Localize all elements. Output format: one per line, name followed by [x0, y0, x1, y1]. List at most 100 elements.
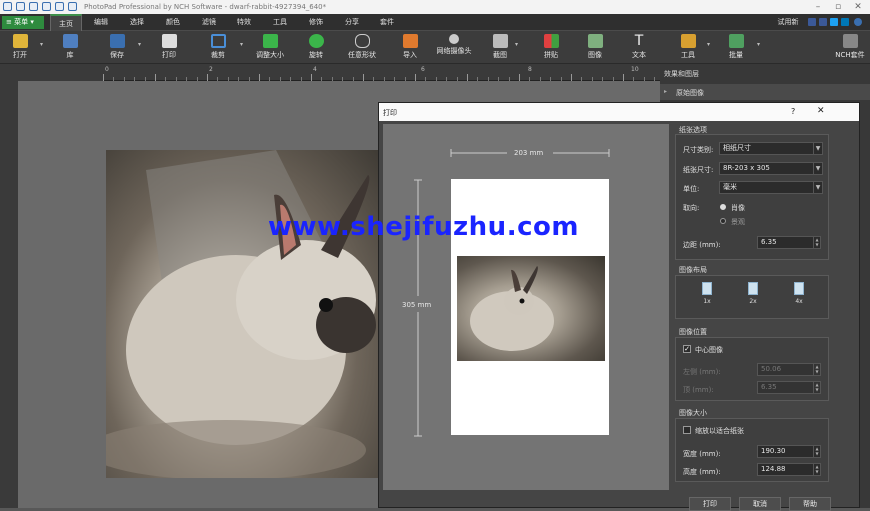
- landscape-radio[interactable]: [720, 218, 726, 224]
- spinner-arrows-icon[interactable]: ▲ ▼: [813, 364, 820, 375]
- close-window-icon[interactable]: ✕: [848, 0, 868, 14]
- rotate-button[interactable]: 旋转: [302, 33, 330, 62]
- linkedin-icon[interactable]: [841, 18, 849, 26]
- floppy-icon: [109, 34, 125, 48]
- chevron-down-icon[interactable]: ▾: [757, 41, 760, 48]
- ruler-corner: [0, 64, 103, 81]
- tab-edit[interactable]: 编辑: [86, 14, 116, 31]
- tab-effects[interactable]: 特效: [229, 14, 259, 31]
- dialog-help-icon[interactable]: ?: [791, 107, 795, 116]
- nch-suite-button[interactable]: NCH套件: [832, 33, 868, 62]
- facebook-icon[interactable]: [819, 18, 827, 26]
- image-position-title: 图像位置: [679, 328, 707, 336]
- chevron-down-icon[interactable]: ▾: [240, 41, 243, 48]
- ruler-tick: [415, 74, 416, 81]
- preview-image: [457, 256, 605, 361]
- ruler-tick: [519, 74, 520, 81]
- help-icon[interactable]: [854, 18, 862, 26]
- open-button[interactable]: 打开: [6, 33, 34, 62]
- spinner-arrows-icon[interactable]: ▲ ▼: [813, 382, 820, 393]
- layout-1x-option[interactable]: 1x: [693, 281, 721, 309]
- spinner-arrows-icon[interactable]: ▲ ▼: [813, 464, 820, 475]
- chevron-down-icon[interactable]: ▾: [138, 41, 141, 48]
- text-button[interactable]: T 文本: [625, 33, 653, 62]
- tab-share[interactable]: 分享: [337, 14, 367, 31]
- trial-new-link[interactable]: 试用新: [770, 14, 806, 31]
- suite-icon: [842, 34, 858, 48]
- paste-icon[interactable]: [68, 2, 77, 11]
- batch-button[interactable]: 批量: [722, 33, 750, 62]
- unit-select[interactable]: 毫米 ▼: [719, 181, 823, 194]
- top-ruler: 0 2 4 6 8 10: [103, 64, 676, 81]
- left-ruler: [0, 81, 18, 508]
- save-icon[interactable]: [16, 2, 25, 11]
- tab-select[interactable]: 选择: [122, 14, 152, 31]
- save-button[interactable]: 保存: [103, 33, 131, 62]
- resize-button[interactable]: 调整大小: [252, 33, 288, 62]
- wrench-icon: [680, 34, 696, 48]
- image-width-input[interactable]: 190.30 ▲ ▼: [757, 445, 821, 458]
- resize-icon: [262, 34, 278, 48]
- dialog-close-icon[interactable]: ✕: [817, 106, 825, 116]
- top-offset-input[interactable]: 6.35 ▲ ▼: [757, 381, 821, 394]
- ruler-label: 6: [421, 66, 425, 73]
- image-height-input[interactable]: 124.88 ▲ ▼: [757, 463, 821, 476]
- fit-to-paper-checkbox[interactable]: [683, 426, 691, 434]
- left-offset-value: 50.06: [761, 365, 782, 373]
- collage-button[interactable]: 拼贴: [537, 33, 565, 62]
- left-offset-input[interactable]: 50.06 ▲ ▼: [757, 363, 821, 376]
- tab-suite[interactable]: 套件: [372, 14, 402, 31]
- spinner-arrows-icon[interactable]: ▲ ▼: [813, 237, 820, 248]
- size-type-select[interactable]: 相纸尺寸 ▼: [719, 142, 823, 155]
- chevron-down-icon[interactable]: ▾: [515, 41, 518, 48]
- webcam-button[interactable]: 网络摄像头: [434, 33, 474, 62]
- layout-2x-option[interactable]: 2x: [739, 281, 767, 309]
- import-button[interactable]: 导入: [396, 33, 424, 62]
- layout-4x-option[interactable]: 4x: [785, 281, 813, 309]
- center-image-label: 中心图像: [695, 346, 723, 354]
- center-image-checkbox[interactable]: ✓: [683, 345, 691, 353]
- tab-filter[interactable]: 滤镜: [194, 14, 224, 31]
- tab-retouch[interactable]: 修饰: [301, 14, 331, 31]
- portrait-label: 肖像: [731, 204, 745, 212]
- print-button[interactable]: 打印: [689, 497, 731, 511]
- main-menu-button[interactable]: ≡ 菜单 ▾: [2, 16, 44, 29]
- collage-icon: [543, 34, 559, 48]
- tools-button[interactable]: 工具: [674, 33, 702, 62]
- layer-original-image[interactable]: ▸ 原始图像: [660, 84, 870, 100]
- redo-icon[interactable]: [42, 2, 51, 11]
- spinner-arrows-icon[interactable]: ▲ ▼: [813, 446, 820, 457]
- twitter-icon[interactable]: [830, 18, 838, 26]
- paper-size-select[interactable]: 8R-203 x 305 ▼: [719, 162, 823, 175]
- chevron-down-icon[interactable]: ▾: [40, 41, 43, 48]
- library-button[interactable]: 库: [56, 33, 84, 62]
- maximize-icon[interactable]: ▫: [828, 0, 848, 14]
- tab-home[interactable]: 主页: [50, 14, 82, 31]
- tab-color[interactable]: 颜色: [158, 14, 188, 31]
- tab-tools[interactable]: 工具: [265, 14, 295, 31]
- margin-label: 边距 (mm):: [683, 241, 721, 249]
- dialog-title: 打印: [383, 109, 397, 117]
- copy-icon[interactable]: [55, 2, 64, 11]
- layout-label: 2x: [749, 298, 757, 305]
- help-button[interactable]: 帮助: [789, 497, 831, 511]
- print-button[interactable]: 打印: [154, 33, 184, 62]
- image-height-label: 高度 (mm):: [683, 468, 721, 476]
- library-icon: [62, 34, 78, 48]
- undo-icon[interactable]: [29, 2, 38, 11]
- paper-size-label: 纸张尺寸:: [683, 166, 714, 174]
- image-button[interactable]: 图像: [581, 33, 609, 62]
- cancel-button[interactable]: 取消: [739, 497, 781, 511]
- margin-input[interactable]: 6.35 ▲ ▼: [757, 236, 821, 249]
- minimize-icon[interactable]: –: [808, 0, 828, 14]
- ruler-tick: [363, 74, 364, 81]
- print-dialog: 打印 ? ✕ 203 mm 305 mm 纸张选项 尺寸类别: 相纸尺寸 ▼ 纸…: [378, 102, 860, 511]
- screenshot-button[interactable]: 截图: [486, 33, 514, 62]
- rabbit-photo[interactable]: [86, 150, 380, 480]
- portrait-radio[interactable]: [720, 204, 726, 210]
- free-shape-button[interactable]: 任意形状: [344, 33, 380, 62]
- text-icon: T: [634, 33, 644, 49]
- crop-button[interactable]: 裁剪: [204, 33, 232, 62]
- facebook-icon[interactable]: [808, 18, 816, 26]
- chevron-down-icon[interactable]: ▾: [707, 41, 710, 48]
